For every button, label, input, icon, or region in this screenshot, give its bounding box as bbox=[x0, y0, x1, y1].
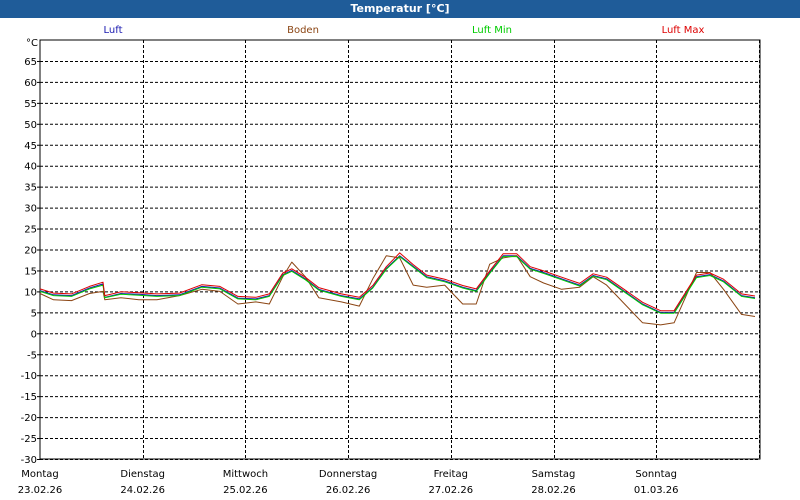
x-tick-day-label: Donnerstag bbox=[319, 469, 377, 480]
y-tick-label: 50 bbox=[24, 120, 37, 131]
y-tick-label: -10 bbox=[21, 371, 37, 382]
y-tick-label: -15 bbox=[21, 392, 37, 403]
x-tick-day-label: Mittwoch bbox=[223, 469, 268, 480]
x-tick-date-label: 27.02.26 bbox=[429, 485, 474, 496]
y-tick-label: 65 bbox=[24, 57, 37, 68]
y-tick-label: -30 bbox=[21, 455, 37, 466]
x-tick-date-label: 25.02.26 bbox=[223, 485, 268, 496]
y-tick-label: 5 bbox=[31, 308, 37, 319]
y-tick-label: 40 bbox=[24, 162, 37, 173]
x-tick-date-label: 26.02.26 bbox=[326, 485, 371, 496]
y-tick-label: 45 bbox=[24, 141, 37, 152]
x-tick-day-label: Sonntag bbox=[635, 469, 677, 480]
x-tick-date-label: 28.02.26 bbox=[531, 485, 576, 496]
y-tick-label: -20 bbox=[21, 413, 37, 424]
y-tick-label: -5 bbox=[27, 350, 37, 361]
x-tick-date-label: 23.02.26 bbox=[18, 485, 63, 496]
y-tick-label: 10 bbox=[24, 287, 37, 298]
y-tick-label: 60 bbox=[24, 78, 37, 89]
y-tick-label: 20 bbox=[24, 246, 37, 257]
x-tick-date-label: 01.03.26 bbox=[634, 485, 679, 496]
x-tick-date-label: 24.02.26 bbox=[120, 485, 165, 496]
y-tick-label: -25 bbox=[21, 434, 37, 445]
x-tick-day-label: Freitag bbox=[434, 469, 468, 480]
x-tick-day-label: Montag bbox=[21, 469, 58, 480]
y-tick-label: 55 bbox=[24, 99, 37, 110]
y-tick-label: 25 bbox=[24, 225, 37, 236]
y-tick-label: 30 bbox=[24, 204, 37, 215]
y-tick-label: 35 bbox=[24, 183, 37, 194]
x-tick-day-label: Samstag bbox=[532, 469, 576, 480]
y-tick-label: 15 bbox=[24, 266, 37, 277]
y-tick-label: 0 bbox=[31, 329, 37, 340]
temperature-chart: 65605550454035302520151050-5-10-15-20-25… bbox=[18, 39, 761, 496]
x-tick-day-label: Dienstag bbox=[120, 469, 165, 480]
